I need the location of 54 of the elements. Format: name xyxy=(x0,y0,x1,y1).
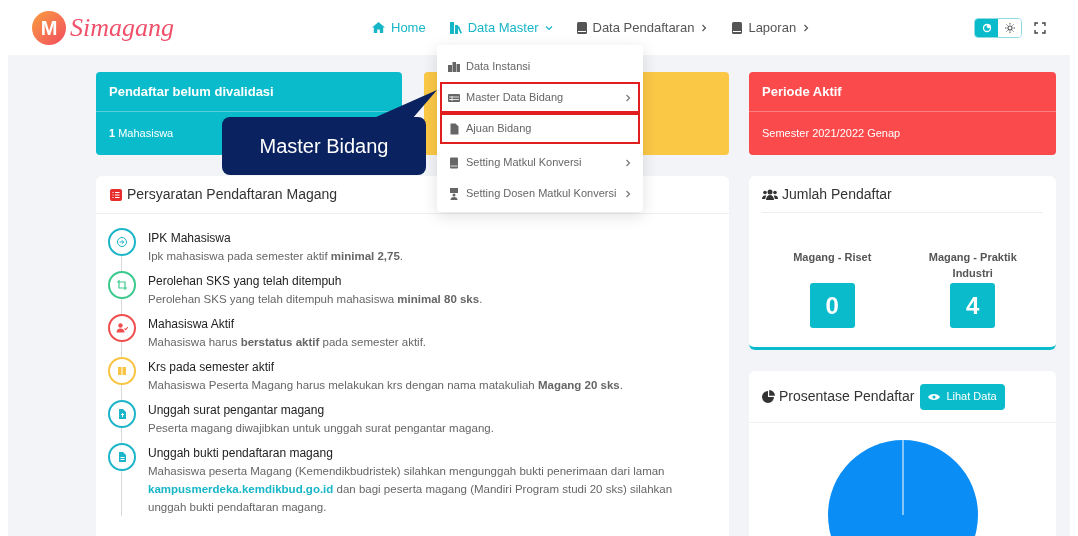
group-label: Magang - Riset xyxy=(792,250,873,265)
brand-name: Simagang xyxy=(70,12,174,44)
list-icon xyxy=(110,188,122,201)
card-title: Persyaratan Pendaftaran Magang xyxy=(127,185,338,204)
card-title: Prosentase Pendaftar xyxy=(779,387,915,406)
step-description: Mahasiswa Peserta Magang harus melakukan krs dengan nama matakuliah Magang 20 sks. xyxy=(148,378,624,393)
nav-link[interactable]: Data Pendaftaran xyxy=(576,17,709,38)
file-icon xyxy=(448,122,460,135)
step-title: Perolehan SKS yang telah ditempuh xyxy=(148,273,343,290)
step-description: Perolehan SKS yang telah ditempuh mahasiswa minimal 80 sks. xyxy=(148,292,484,307)
period-value: Semester 2021/2022 Genap xyxy=(761,126,902,142)
chevron-right-icon xyxy=(802,23,811,32)
step-description: Mahasiswa harus berstatus aktif pada semester aktif. xyxy=(148,335,428,350)
step-title: IPK Mahasiswa xyxy=(148,230,232,247)
menu-item[interactable]: Setting Dosen Matkul Konversi xyxy=(440,178,640,209)
moon-icon xyxy=(981,22,992,33)
eye-icon xyxy=(928,392,941,401)
nav-link[interactable]: Laporan xyxy=(732,17,811,38)
stat-value: 1 Mahasiswa xyxy=(109,126,174,142)
chevron-right-icon xyxy=(624,189,632,198)
table-icon xyxy=(448,91,460,104)
buildings-icon xyxy=(448,60,460,73)
chevron-right-icon xyxy=(624,158,632,167)
step-title: Unggah bukti pendaftaran magang xyxy=(148,445,334,462)
chevron-right-icon xyxy=(624,93,632,102)
theme-option[interactable] xyxy=(975,18,998,37)
count-badge: 4 xyxy=(950,283,996,328)
count-badge: 0 xyxy=(809,283,855,328)
users-icon xyxy=(762,188,778,200)
sun-icon xyxy=(1004,22,1015,33)
menu-item[interactable]: Setting Matkul Konversi xyxy=(440,147,640,178)
books-icon xyxy=(449,21,462,34)
logo-icon: M xyxy=(32,10,66,45)
menu-item[interactable]: Master Data Bidang xyxy=(440,82,640,113)
home-icon xyxy=(372,22,385,33)
card-title: Jumlah Pendaftar xyxy=(782,184,892,204)
book-icon xyxy=(576,21,587,34)
book-icon xyxy=(732,21,743,34)
step-title: Krs pada semester aktif xyxy=(148,359,276,376)
chevron-down-icon xyxy=(544,23,553,32)
fullscreen-icon[interactable] xyxy=(1034,21,1046,34)
group-label: Magang - Praktik Industri xyxy=(927,250,1018,281)
card-title: Periode Aktif xyxy=(749,72,1056,112)
step-description: Ipk mahasiswa pada semester aktif minimal 2,75. xyxy=(148,249,405,264)
pie-chart-icon xyxy=(762,390,775,403)
step-title: Unggah surat pengantar magang xyxy=(148,402,326,419)
chevron-right-icon xyxy=(700,23,709,32)
menu-item[interactable]: Ajuan Bidang xyxy=(440,113,640,144)
step-title: Mahasiswa Aktif xyxy=(148,316,236,333)
step-description: Peserta magang diwajibkan untuk unggah surat pengantar magang. xyxy=(148,421,495,436)
person-chalkboard-icon xyxy=(448,187,460,200)
book-icon xyxy=(448,156,460,169)
step-description: Mahasiswa peserta Magang (Kemendikbudristek) silahkan mengunggah bukti penerimaan dari laman kampusmerdeka.kemdikbud.go.id dan bagi peserta magang (Mandiri Program studi 20 sks) silahkan unggah bukti pendaftaran magang. xyxy=(148,464,674,515)
menu-item[interactable]: Data Instansi xyxy=(440,51,640,82)
